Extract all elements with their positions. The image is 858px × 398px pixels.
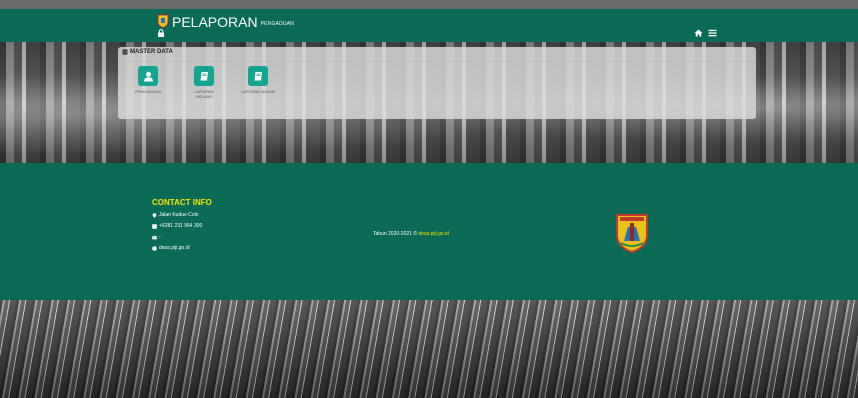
- envelope-icon: [152, 235, 157, 239]
- address-text: Jalan Kudus-Colo: [159, 212, 199, 218]
- tile-pengaduan-button[interactable]: [138, 66, 158, 86]
- tile-pengaduan[interactable]: PENGADUAN: [130, 66, 166, 94]
- book-icon: [200, 71, 208, 80]
- tile-laporan-keluar[interactable]: LAPORAN KELUAR: [186, 66, 222, 99]
- tile-laporan-keluar-button[interactable]: [194, 66, 214, 86]
- master-data-header: MASTER DATA: [122, 49, 173, 55]
- master-data-panel: MASTER DATA PENGADUAN LAPORAN KELUAR LAP…: [118, 47, 756, 119]
- tile-laporan-keluar-label: LAPORAN KELUAR: [194, 89, 214, 99]
- user-icon: [143, 71, 153, 81]
- phone-text: +6281 231 964 300: [159, 223, 203, 229]
- app-title: PELAPORAN: [172, 14, 258, 30]
- nav-right-icons: [694, 29, 717, 37]
- phone-icon: [152, 223, 157, 229]
- footer: CONTACT INFO Jalan Kudus-Colo +6281 231 …: [0, 163, 858, 300]
- tile-laporan-masuk[interactable]: LAPORAN MASUK: [240, 66, 276, 94]
- contact-address: Jalan Kudus-Colo: [152, 212, 198, 218]
- website-text[interactable]: desa.piji.go.id: [159, 245, 190, 251]
- app-subtitle: PENGADUAN: [260, 21, 295, 27]
- copyright-text: Tahun 2020-2021 © desa.piji.go.id: [373, 231, 449, 237]
- brand[interactable]: PELAPORAN PENGADUAN: [157, 9, 294, 29]
- database-icon: [122, 49, 128, 55]
- tile-laporan-masuk-button[interactable]: [248, 66, 268, 86]
- copyright-site-link[interactable]: desa.piji.go.id: [418, 231, 449, 237]
- top-navbar: PELAPORAN PENGADUAN: [0, 9, 858, 42]
- lock-icon[interactable]: [157, 29, 165, 37]
- contact-info-title: CONTACT INFO: [152, 198, 212, 207]
- menu-icon[interactable]: [708, 29, 717, 37]
- globe-icon: [152, 245, 157, 251]
- copyright-prefix: Tahun 2020-2021 ©: [373, 231, 417, 237]
- home-icon[interactable]: [694, 29, 703, 37]
- book-icon: [254, 71, 262, 80]
- tile-laporan-masuk-label: LAPORAN MASUK: [240, 89, 276, 94]
- contact-phone: +6281 231 964 300: [152, 223, 202, 229]
- forest-background-bottom: [0, 300, 858, 398]
- regency-emblem-icon: [157, 14, 169, 28]
- contact-email: -: [152, 234, 161, 240]
- contact-website: desa.piji.go.id: [152, 245, 190, 251]
- map-marker-icon: [152, 212, 157, 218]
- regency-emblem-icon: [616, 214, 648, 253]
- email-text: -: [159, 234, 161, 240]
- tile-pengaduan-label: PENGADUAN: [135, 89, 161, 94]
- divider: [122, 61, 752, 62]
- master-data-title: MASTER DATA: [130, 49, 173, 55]
